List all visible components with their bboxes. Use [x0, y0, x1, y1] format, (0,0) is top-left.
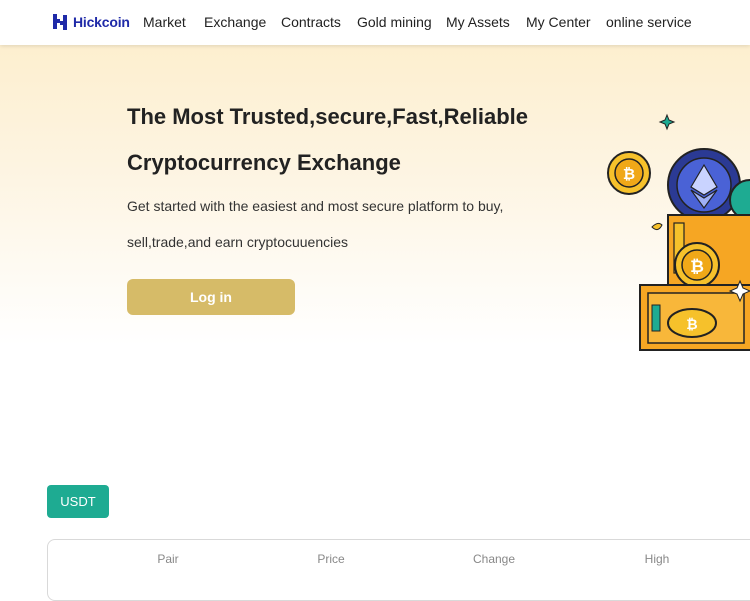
column-header-price[interactable]: Price — [317, 552, 344, 566]
nav-item-my-center[interactable]: My Center — [526, 14, 591, 30]
hero-subtitle-line2: sell,trade,and earn cryptocuuencies — [127, 234, 349, 250]
nav-item-gold-mining[interactable]: Gold mining — [357, 14, 432, 30]
hickcoin-logo-icon — [53, 14, 67, 30]
tab-usdt[interactable]: USDT — [47, 485, 109, 518]
column-header-high[interactable]: High — [645, 552, 670, 566]
brand-logo[interactable]: Hickcoin — [50, 12, 130, 32]
nav-item-contracts[interactable]: Contracts — [281, 14, 341, 30]
nav-item-online-service[interactable]: online service — [606, 14, 692, 30]
top-navigation-bar: Hickcoin Market Exchange Contracts Gold … — [0, 0, 750, 45]
market-table: Pair Price Change High — [47, 539, 750, 601]
brand-name: Hickcoin — [73, 14, 130, 30]
svg-text:₿: ₿ — [623, 165, 635, 183]
login-button[interactable]: Log in — [127, 279, 295, 315]
hero-title-line2: Cryptocurrency Exchange — [127, 150, 401, 175]
column-header-pair[interactable]: Pair — [157, 552, 178, 566]
column-header-change[interactable]: Change — [473, 552, 515, 566]
nav-item-my-assets[interactable]: My Assets — [446, 14, 510, 30]
crypto-treasure-chest-illustration: ₿ ₿ ₿ — [607, 113, 750, 351]
nav-item-market[interactable]: Market — [143, 14, 186, 30]
svg-text:₿: ₿ — [690, 257, 704, 277]
nav-item-exchange[interactable]: Exchange — [204, 14, 266, 30]
hero-title-line1: The Most Trusted,secure,Fast,Reliable — [127, 104, 529, 129]
hero-subtitle-line1: Get started with the easiest and most se… — [127, 198, 504, 214]
svg-text:₿: ₿ — [686, 317, 697, 333]
